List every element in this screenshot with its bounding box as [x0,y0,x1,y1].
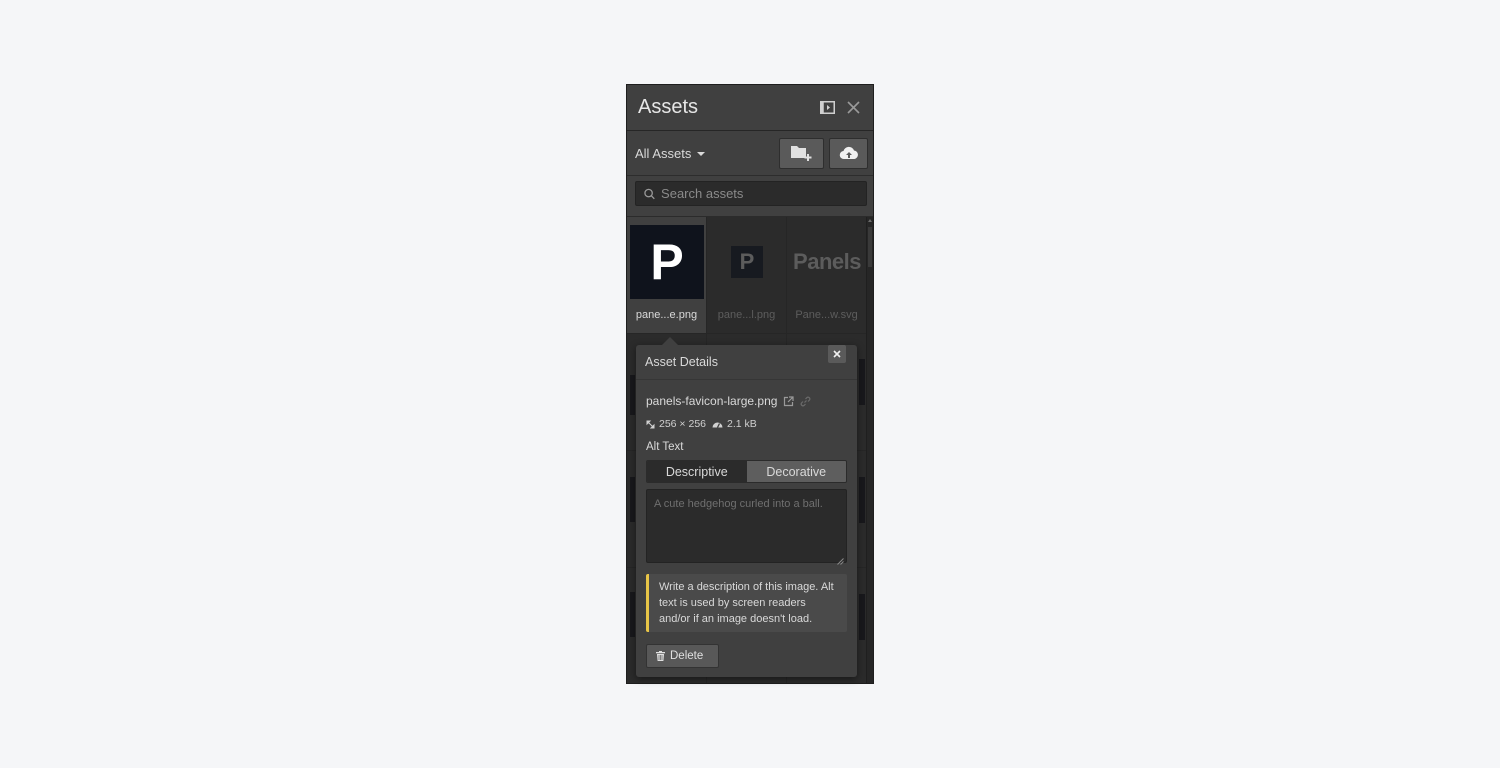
asset-thumbnail-edge [859,359,865,405]
asset-thumbnail-edge [859,594,865,640]
cloud-upload-icon [839,146,858,160]
asset-name: Pane...w.svg [795,309,858,321]
asset-thumbnail-edge [630,477,635,522]
delete-label: Delete [670,650,704,662]
file-name: panels-favicon-large.png [646,394,778,408]
delete-asset-button[interactable]: Delete [646,644,719,668]
asset-thumbnail-edge [859,477,865,523]
scrollbar-thumb[interactable] [868,227,872,267]
asset-tile[interactable]: Panels Pane...w.svg [787,217,867,334]
toolbar: All Assets [627,131,873,176]
asset-tile[interactable]: P pane...l.png [707,217,787,334]
trash-icon [656,651,665,661]
filter-label: All Assets [635,145,692,161]
file-name-row: panels-favicon-large.png [646,393,847,409]
popover-arrow [662,337,678,345]
new-folder-button[interactable] [779,137,824,169]
asset-thumbnail: P [630,225,704,299]
asset-thumbnail-edge [630,375,635,415]
alt-mode-descriptive[interactable]: Descriptive [647,461,747,482]
alt-text-input[interactable] [646,489,847,563]
asset-thumbnail: Panels [793,249,861,274]
external-link-icon[interactable] [783,395,795,407]
popover-close-button[interactable] [828,345,846,363]
close-icon [833,350,841,358]
asset-details-popover: Asset Details panels-favicon-large.png 2… [636,337,857,677]
resize-handle-icon[interactable] [837,558,844,565]
close-icon[interactable] [843,98,863,118]
grid-scrollbar[interactable] [866,217,873,683]
alt-mode-decorative[interactable]: Decorative [746,461,846,482]
asset-name: pane...l.png [717,309,776,321]
dock-panel-icon[interactable] [817,98,837,118]
asset-filter-dropdown[interactable]: All Assets [635,146,774,161]
alt-text-label: Alt Text [646,441,684,453]
panel-header: Assets [627,85,873,131]
scroll-up-arrow-icon[interactable] [868,219,872,222]
resize-icon [646,420,655,429]
link-icon[interactable] [800,396,811,407]
search-field [635,181,867,206]
asset-meta-row: 256 × 256 2.1 kB [646,418,847,430]
asset-thumbnail-edge [630,592,635,637]
upload-button[interactable] [829,137,868,169]
search-input[interactable] [661,186,858,201]
asset-dimensions: 256 × 256 [659,418,707,430]
folder-add-icon [790,146,811,161]
search-icon [644,188,655,199]
asset-file-size: 2.1 kB [727,418,757,430]
asset-thumbnail: P [710,225,784,299]
alt-text-mode-toggle: Descriptive Decorative [646,460,847,483]
chevron-down-icon [697,151,706,156]
asset-name: pane...e.png [635,309,698,321]
search-bar [627,176,873,216]
alt-text-hint: Write a description of this image. Alt t… [646,574,847,632]
popover-title: Asset Details [636,345,857,380]
asset-tile[interactable]: P pane...e.png [627,217,707,334]
gauge-icon [712,421,723,428]
panel-title: Assets [638,96,699,118]
